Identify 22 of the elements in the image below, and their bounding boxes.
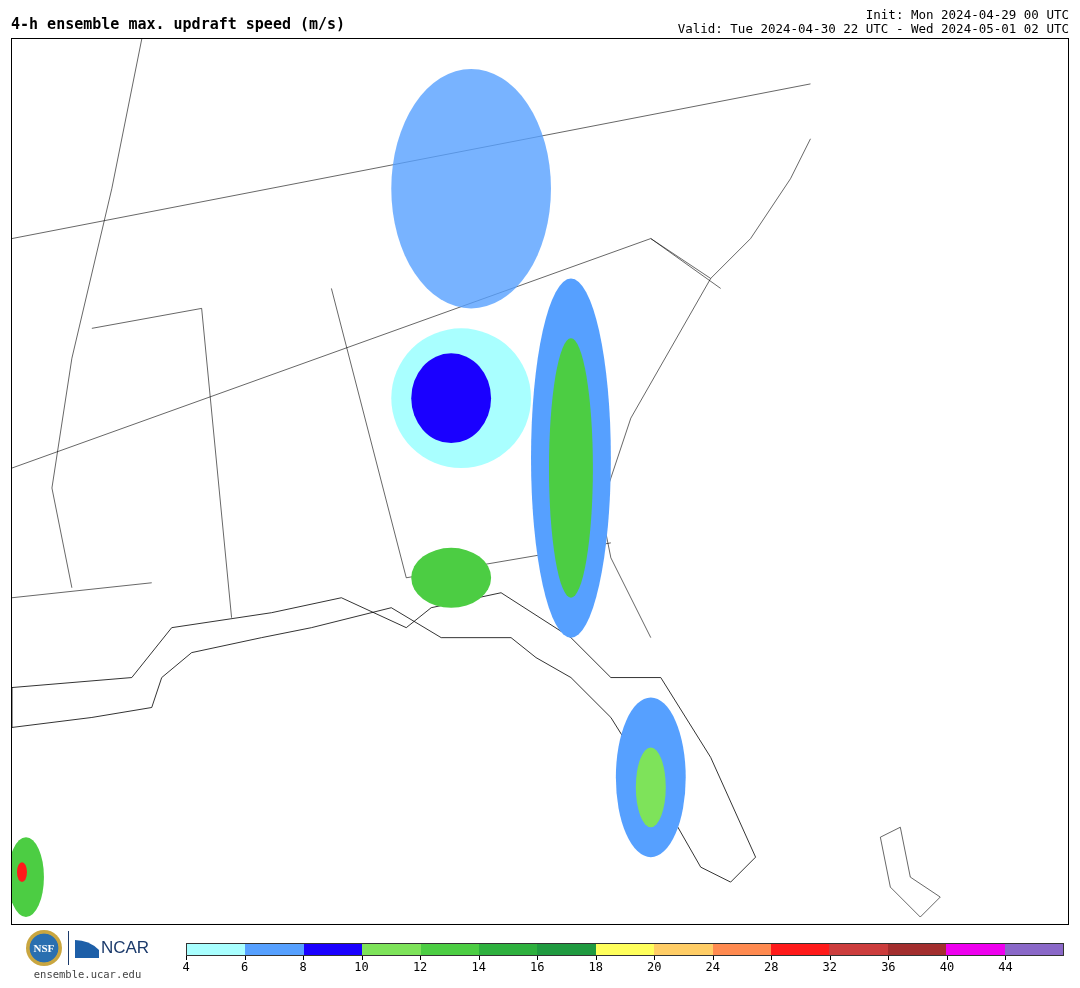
valid-time: Valid: Tue 2024-04-30 22 UTC - Wed 2024-05-01 02 UTC (677, 22, 1069, 36)
tick-label: 28 (764, 960, 779, 974)
tick-label: 4 (182, 960, 190, 974)
tick-label: 14 (471, 960, 486, 974)
tick-label: 36 (881, 960, 896, 974)
tick-label: 12 (412, 960, 428, 974)
tick-label: 18 (588, 960, 603, 974)
tick-label: 6 (240, 960, 249, 974)
init-time: Init: Mon 2024-04-29 00 UTC (865, 8, 1069, 22)
tick-label: 10 (354, 960, 369, 974)
chart-title: 4-h ensemble max. updraft speed (m/s) (11, 15, 346, 35)
website-text: ensemble.ucar.edu (33, 968, 142, 980)
swoosh-icon (74, 938, 99, 958)
tick-label: 20 (647, 960, 662, 974)
tick-label: 40 (939, 960, 955, 974)
seal-logo: NSF (25, 930, 62, 966)
tick-label: 16 (529, 960, 545, 974)
brand-logo-text: NCAR (100, 938, 150, 958)
tick-label: 8 (299, 960, 307, 974)
tick-label: 44 (998, 960, 1013, 974)
tick-label: 32 (822, 960, 838, 974)
tick-label: 24 (705, 960, 720, 974)
